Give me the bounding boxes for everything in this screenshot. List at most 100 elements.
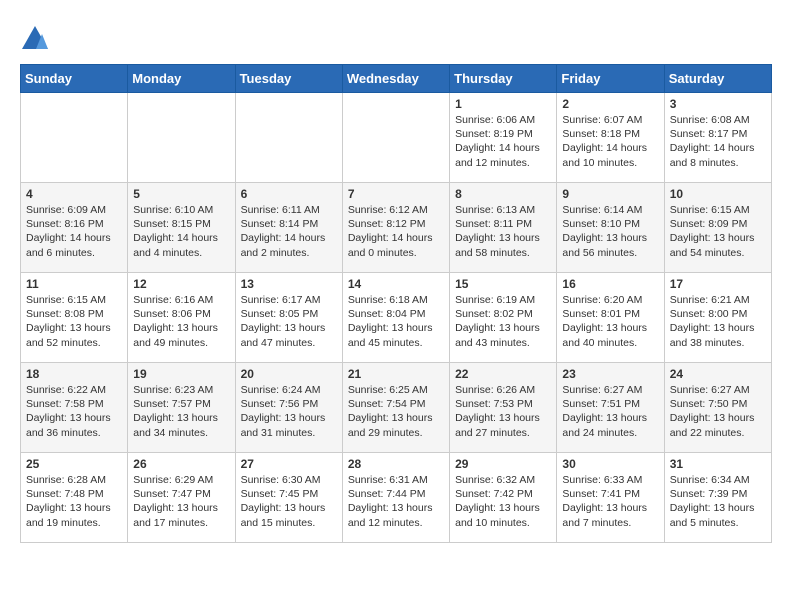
day-info: Daylight: 13 hours and 38 minutes. [670, 321, 766, 349]
day-cell: 31Sunrise: 6:34 AMSunset: 7:39 PMDayligh… [664, 453, 771, 543]
day-info: Sunset: 8:15 PM [133, 217, 229, 231]
logo [20, 24, 52, 54]
day-cell: 3Sunrise: 6:08 AMSunset: 8:17 PMDaylight… [664, 93, 771, 183]
header-day-wednesday: Wednesday [342, 65, 449, 93]
header-day-sunday: Sunday [21, 65, 128, 93]
header-day-saturday: Saturday [664, 65, 771, 93]
day-cell: 13Sunrise: 6:17 AMSunset: 8:05 PMDayligh… [235, 273, 342, 363]
day-info: Daylight: 13 hours and 58 minutes. [455, 231, 551, 259]
day-info: Daylight: 14 hours and 6 minutes. [26, 231, 122, 259]
day-number: 26 [133, 457, 229, 471]
day-info: Sunset: 8:00 PM [670, 307, 766, 321]
day-info: Sunrise: 6:11 AM [241, 203, 337, 217]
day-number: 17 [670, 277, 766, 291]
day-number: 2 [562, 97, 658, 111]
header [20, 20, 772, 54]
day-info: Sunrise: 6:17 AM [241, 293, 337, 307]
day-info: Daylight: 13 hours and 34 minutes. [133, 411, 229, 439]
day-info: Sunset: 7:50 PM [670, 397, 766, 411]
day-info: Sunrise: 6:06 AM [455, 113, 551, 127]
week-row-5: 25Sunrise: 6:28 AMSunset: 7:48 PMDayligh… [21, 453, 772, 543]
day-info: Sunrise: 6:19 AM [455, 293, 551, 307]
day-info: Sunrise: 6:33 AM [562, 473, 658, 487]
day-info: Sunset: 7:41 PM [562, 487, 658, 501]
day-cell: 1 Sunrise: 6:06 AMSunset: 8:19 PMDaylight… [450, 93, 557, 183]
day-number: 31 [670, 457, 766, 471]
day-info: Daylight: 13 hours and 5 minutes. [670, 501, 766, 529]
day-info: Sunrise: 6:30 AM [241, 473, 337, 487]
day-number: 7 [348, 187, 444, 201]
day-info: Sunrise: 6:32 AM [455, 473, 551, 487]
day-cell: 26Sunrise: 6:29 AMSunset: 7:47 PMDayligh… [128, 453, 235, 543]
day-number: 16 [562, 277, 658, 291]
day-info: Sunrise: 6:29 AM [133, 473, 229, 487]
day-cell: 28Sunrise: 6:31 AMSunset: 7:44 PMDayligh… [342, 453, 449, 543]
day-info: Daylight: 14 hours and 12 minutes. [455, 141, 551, 169]
day-info: Daylight: 13 hours and 36 minutes. [26, 411, 122, 439]
day-info: Sunset: 7:57 PM [133, 397, 229, 411]
day-info: Sunset: 7:54 PM [348, 397, 444, 411]
day-cell: 15Sunrise: 6:19 AMSunset: 8:02 PMDayligh… [450, 273, 557, 363]
header-row: SundayMondayTuesdayWednesdayThursdayFrid… [21, 65, 772, 93]
day-cell: 16Sunrise: 6:20 AMSunset: 8:01 PMDayligh… [557, 273, 664, 363]
day-number: 8 [455, 187, 551, 201]
day-info: Sunset: 7:53 PM [455, 397, 551, 411]
day-cell: 18Sunrise: 6:22 AMSunset: 7:58 PMDayligh… [21, 363, 128, 453]
day-info: Sunset: 7:56 PM [241, 397, 337, 411]
day-cell: 8Sunrise: 6:13 AMSunset: 8:11 PMDaylight… [450, 183, 557, 273]
day-info: Sunset: 8:05 PM [241, 307, 337, 321]
logo-icon [20, 24, 50, 54]
day-info: Sunset: 8:14 PM [241, 217, 337, 231]
day-info: Daylight: 13 hours and 15 minutes. [241, 501, 337, 529]
day-number: 22 [455, 367, 551, 381]
week-row-4: 18Sunrise: 6:22 AMSunset: 7:58 PMDayligh… [21, 363, 772, 453]
day-info: Sunset: 7:39 PM [670, 487, 766, 501]
header-day-monday: Monday [128, 65, 235, 93]
day-info: Daylight: 13 hours and 27 minutes. [455, 411, 551, 439]
day-info: Daylight: 13 hours and 45 minutes. [348, 321, 444, 349]
day-info: Daylight: 13 hours and 43 minutes. [455, 321, 551, 349]
day-cell: 20Sunrise: 6:24 AMSunset: 7:56 PMDayligh… [235, 363, 342, 453]
day-cell: 27Sunrise: 6:30 AMSunset: 7:45 PMDayligh… [235, 453, 342, 543]
day-info: Daylight: 13 hours and 17 minutes. [133, 501, 229, 529]
day-cell [342, 93, 449, 183]
day-cell [235, 93, 342, 183]
day-info: Sunrise: 6:16 AM [133, 293, 229, 307]
day-cell: 21Sunrise: 6:25 AMSunset: 7:54 PMDayligh… [342, 363, 449, 453]
day-cell: 5Sunrise: 6:10 AMSunset: 8:15 PMDaylight… [128, 183, 235, 273]
day-number: 29 [455, 457, 551, 471]
day-cell: 7Sunrise: 6:12 AMSunset: 8:12 PMDaylight… [342, 183, 449, 273]
day-info: Sunrise: 6:27 AM [562, 383, 658, 397]
calendar-header: SundayMondayTuesdayWednesdayThursdayFrid… [21, 65, 772, 93]
day-info: Sunrise: 6:24 AM [241, 383, 337, 397]
day-number: 10 [670, 187, 766, 201]
day-info: Sunrise: 6:09 AM [26, 203, 122, 217]
day-cell: 9Sunrise: 6:14 AMSunset: 8:10 PMDaylight… [557, 183, 664, 273]
day-info: Daylight: 13 hours and 47 minutes. [241, 321, 337, 349]
day-info: Sunrise: 6:23 AM [133, 383, 229, 397]
day-info: Daylight: 13 hours and 56 minutes. [562, 231, 658, 259]
day-cell [21, 93, 128, 183]
day-cell: 14Sunrise: 6:18 AMSunset: 8:04 PMDayligh… [342, 273, 449, 363]
day-info: Sunrise: 6:27 AM [670, 383, 766, 397]
day-number: 14 [348, 277, 444, 291]
day-info: Sunrise: 6:15 AM [670, 203, 766, 217]
week-row-3: 11Sunrise: 6:15 AMSunset: 8:08 PMDayligh… [21, 273, 772, 363]
day-info: Daylight: 13 hours and 49 minutes. [133, 321, 229, 349]
day-info: Sunrise: 6:12 AM [348, 203, 444, 217]
day-number: 12 [133, 277, 229, 291]
day-info: Sunset: 8:19 PM [455, 127, 551, 141]
day-info: Daylight: 13 hours and 19 minutes. [26, 501, 122, 529]
day-info: Sunset: 8:02 PM [455, 307, 551, 321]
day-cell: 19Sunrise: 6:23 AMSunset: 7:57 PMDayligh… [128, 363, 235, 453]
day-number: 24 [670, 367, 766, 381]
day-cell: 10Sunrise: 6:15 AMSunset: 8:09 PMDayligh… [664, 183, 771, 273]
day-cell: 17Sunrise: 6:21 AMSunset: 8:00 PMDayligh… [664, 273, 771, 363]
day-info: Daylight: 13 hours and 7 minutes. [562, 501, 658, 529]
day-info: Sunset: 8:11 PM [455, 217, 551, 231]
day-info: Sunset: 8:08 PM [26, 307, 122, 321]
day-number: 1 [455, 97, 551, 111]
day-info: Daylight: 14 hours and 10 minutes. [562, 141, 658, 169]
day-info: Sunset: 7:48 PM [26, 487, 122, 501]
day-cell: 30Sunrise: 6:33 AMSunset: 7:41 PMDayligh… [557, 453, 664, 543]
